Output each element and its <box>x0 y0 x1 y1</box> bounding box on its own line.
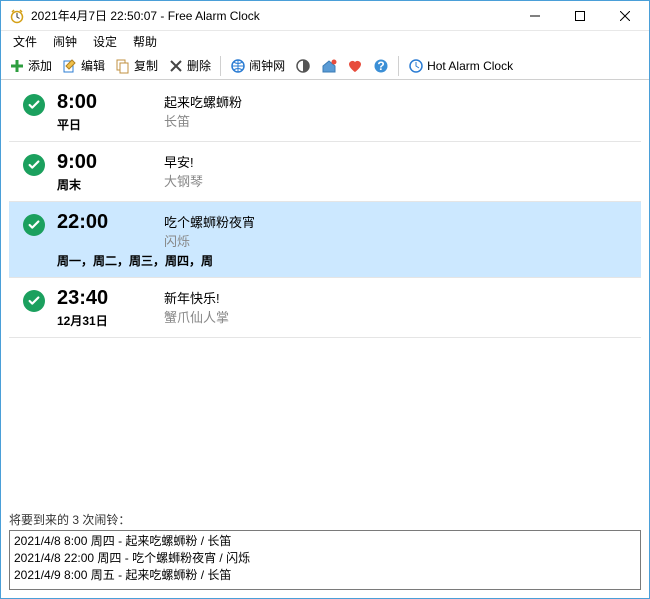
help-icon: ? <box>373 58 389 74</box>
copy-icon <box>115 58 131 74</box>
menu-settings[interactable]: 设定 <box>85 31 125 52</box>
description-column: 吃个螺蛳粉夜宵 闪烁 <box>164 210 637 250</box>
time-column: 22:00 <box>57 210 152 250</box>
description-column: 早安! 大钢琴 <box>164 150 637 190</box>
svg-text:?: ? <box>377 59 384 73</box>
upcoming-label: 将要到来的 3 次闹铃： <box>1 509 649 530</box>
upcoming-line: 2021/4/8 8:00 周四 - 起来吃螺蛳粉 / 长笛 <box>14 533 636 550</box>
alarm-row[interactable]: 23:40 12月31日 新年快乐! 蟹爪仙人掌 <box>9 278 641 338</box>
upcoming-box[interactable]: 2021/4/8 8:00 周四 - 起来吃螺蛳粉 / 长笛2021/4/8 2… <box>9 530 641 590</box>
help-button[interactable]: ? <box>369 56 393 76</box>
upcoming-line: 2021/4/8 22:00 周四 - 吃个螺蛳粉夜宵 / 闪烁 <box>14 550 636 567</box>
alarm-sound: 大钢琴 <box>164 171 637 190</box>
alarm-sound: 长笛 <box>164 111 637 130</box>
description-column: 起来吃螺蛳粉 长笛 <box>164 90 637 130</box>
pencil-icon <box>62 58 78 74</box>
alarm-time: 8:00 <box>57 90 152 114</box>
home-button[interactable] <box>317 56 341 76</box>
check-icon[interactable] <box>23 94 45 116</box>
toolbar-separator <box>398 56 399 76</box>
contrast-icon <box>295 58 311 74</box>
maximize-button[interactable] <box>557 1 602 30</box>
time-column: 23:40 12月31日 <box>57 286 152 329</box>
alarm-time: 9:00 <box>57 150 152 174</box>
home-icon <box>321 58 337 74</box>
time-column: 8:00 平日 <box>57 90 152 133</box>
alarm-row[interactable]: 22:00 吃个螺蛳粉夜宵 闪烁 周一，周二，周三，周四，周 <box>9 202 641 278</box>
web-button[interactable]: 闹钟网 <box>226 55 289 76</box>
toolbar: 添加 编辑 复制 删除 闹钟网 ? <box>1 52 649 80</box>
alarm-recurrence: 周末 <box>57 176 152 193</box>
description-column: 新年快乐! 蟹爪仙人掌 <box>164 286 637 326</box>
alarm-text: 吃个螺蛳粉夜宵 <box>164 212 637 231</box>
check-icon[interactable] <box>23 290 45 312</box>
alarm-recurrence: 12月31日 <box>57 312 152 329</box>
web-label: 闹钟网 <box>249 57 285 74</box>
minimize-button[interactable] <box>512 1 557 30</box>
alarm-list[interactable]: 8:00 平日 起来吃螺蛳粉 长笛 9:00 周末 早安! 大钢琴 22:00 <box>1 80 649 509</box>
title-bar[interactable]: 2021年4月7日 22:50:07 - Free Alarm Clock <box>1 1 649 31</box>
heart-button[interactable] <box>343 56 367 76</box>
app-icon <box>9 8 25 24</box>
alarm-time: 22:00 <box>57 210 152 234</box>
heart-icon <box>347 58 363 74</box>
window-controls <box>512 1 647 30</box>
contrast-button[interactable] <box>291 56 315 76</box>
hot-label: Hot Alarm Clock <box>427 59 513 73</box>
alarm-row[interactable]: 8:00 平日 起来吃螺蛳粉 长笛 <box>9 82 641 142</box>
toolbar-separator <box>220 56 221 76</box>
x-icon <box>168 58 184 74</box>
menu-alarm[interactable]: 闹钟 <box>45 31 85 52</box>
alarm-recurrence: 平日 <box>57 116 152 133</box>
edit-button[interactable]: 编辑 <box>58 55 109 76</box>
copy-button[interactable]: 复制 <box>111 55 162 76</box>
alarm-text: 早安! <box>164 152 637 171</box>
add-label: 添加 <box>28 57 52 74</box>
alarm-sound: 蟹爪仙人掌 <box>164 307 637 326</box>
alarm-time: 23:40 <box>57 286 152 310</box>
clock-icon <box>408 58 424 74</box>
edit-label: 编辑 <box>81 57 105 74</box>
menu-file[interactable]: 文件 <box>5 31 45 52</box>
close-button[interactable] <box>602 1 647 30</box>
alarm-row[interactable]: 9:00 周末 早安! 大钢琴 <box>9 142 641 202</box>
globe-icon <box>230 58 246 74</box>
delete-button[interactable]: 删除 <box>164 55 215 76</box>
check-icon[interactable] <box>23 154 45 176</box>
menu-bar: 文件 闹钟 设定 帮助 <box>1 31 649 52</box>
alarm-sound: 闪烁 <box>164 231 637 250</box>
hot-alarm-button[interactable]: Hot Alarm Clock <box>404 56 517 76</box>
menu-help[interactable]: 帮助 <box>125 31 165 52</box>
add-button[interactable]: 添加 <box>5 55 56 76</box>
plus-icon <box>9 58 25 74</box>
window-title: 2021年4月7日 22:50:07 - Free Alarm Clock <box>31 7 512 24</box>
check-icon[interactable] <box>23 214 45 236</box>
copy-label: 复制 <box>134 57 158 74</box>
upcoming-line: 2021/4/9 8:00 周五 - 起来吃螺蛳粉 / 长笛 <box>14 567 636 584</box>
alarm-text: 新年快乐! <box>164 288 637 307</box>
time-column: 9:00 周末 <box>57 150 152 193</box>
app-window: 2021年4月7日 22:50:07 - Free Alarm Clock 文件… <box>0 0 650 599</box>
alarm-text: 起来吃螺蛳粉 <box>164 92 637 111</box>
alarm-recurrence: 周一，周二，周三，周四，周 <box>57 252 637 269</box>
delete-label: 删除 <box>187 57 211 74</box>
